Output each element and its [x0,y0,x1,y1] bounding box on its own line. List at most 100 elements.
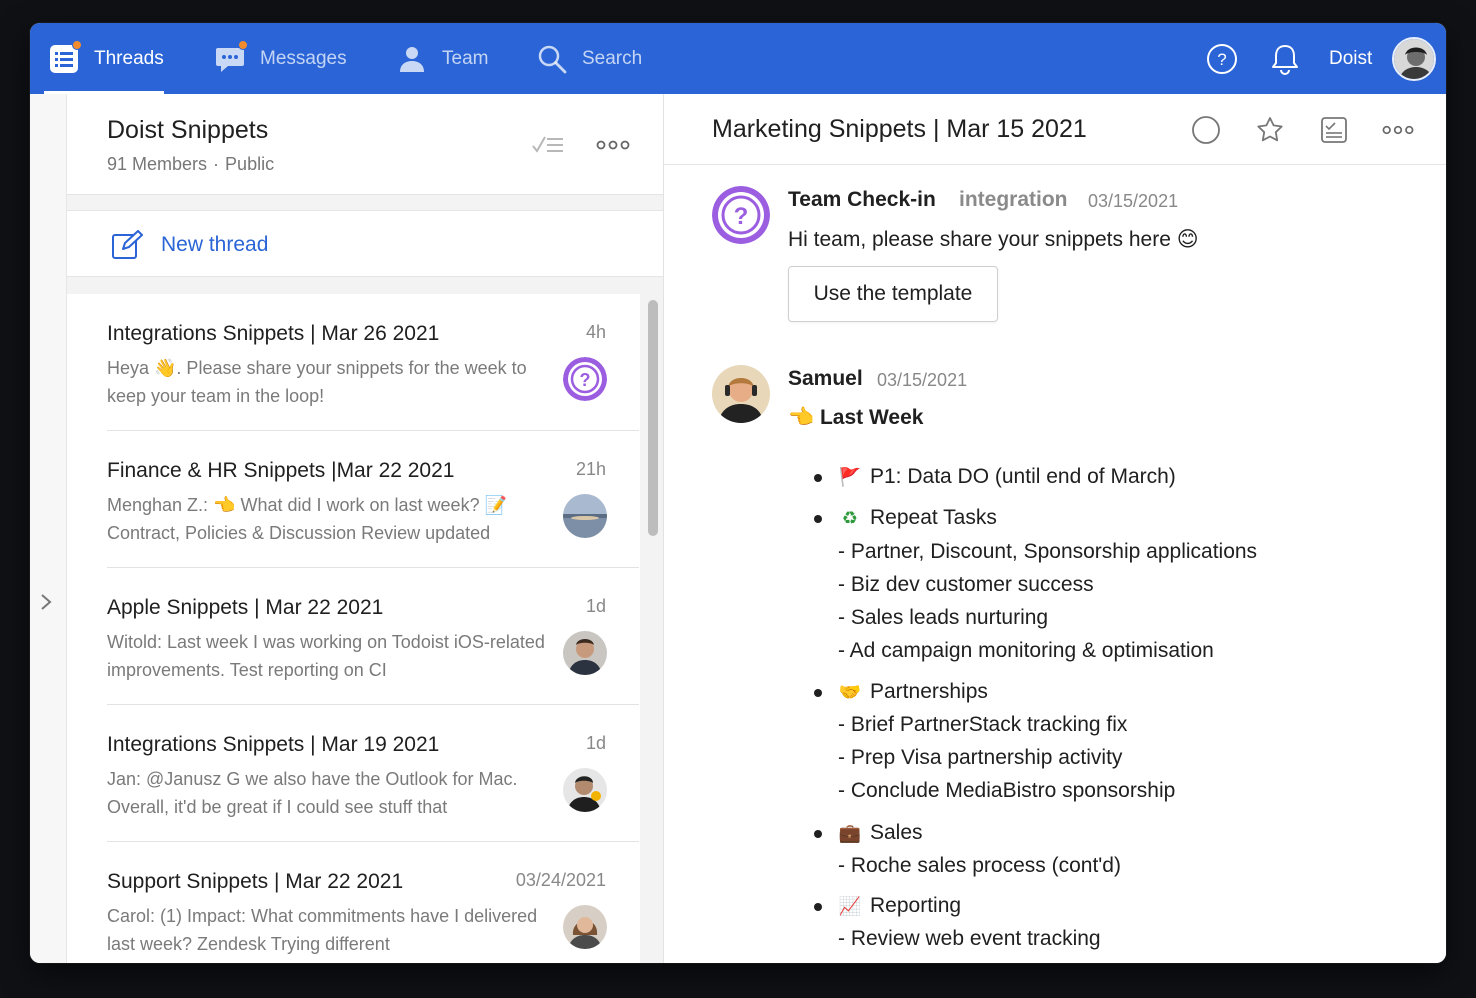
use-template-button[interactable]: Use the template [788,266,998,322]
more-options-icon[interactable] [1382,114,1414,146]
tab-search-label: Search [582,47,643,69]
snippet-section: 📈 Reporting [838,894,961,918]
person-avatar [563,768,607,812]
thread-item[interactable]: Apple Snippets | Mar 22 2021 1d Witold: … [107,568,639,705]
channel-meta: 91 Members · Public [107,154,275,174]
landscape-avatar [563,494,607,538]
message-heading: 👈 Last Week [788,406,924,429]
more-options-icon[interactable] [596,138,630,156]
samuel-avatar[interactable] [712,365,770,423]
thread-preview: Menghan Z.: 👈 What did I work on last we… [107,495,507,543]
question-bot-avatar[interactable]: ? [712,186,770,244]
bullet [814,474,822,482]
thread-time: 21h [575,459,606,479]
thread-item[interactable]: Integrations Snippets | Mar 19 2021 1d J… [107,705,639,842]
circle-check-icon[interactable] [1190,114,1222,146]
svg-text:?: ? [580,370,591,390]
integration-tag: integration [959,188,1068,211]
thread-preview: Jan: @Janusz G we also have the Outlook … [107,769,518,817]
thread-preview: Heya 👋. Please share your snippets for t… [107,358,527,406]
star-icon[interactable] [1254,114,1286,146]
messages-icon [214,39,248,75]
channel-visibility: Public [225,154,275,174]
thread-title: Apple Snippets | Mar 22 2021 [107,596,384,619]
tab-team[interactable]: Team [396,23,488,94]
thread-item[interactable]: Finance & HR Snippets |Mar 22 2021 21h M… [107,431,639,568]
thread-item[interactable]: Integrations Snippets | Mar 26 2021 4h H… [107,294,639,431]
person-avatar [563,905,607,949]
mark-all-read-icon[interactable] [531,134,565,161]
tab-threads-label: Threads [94,47,164,69]
member-count[interactable]: 91 Members [107,154,207,174]
messages-unread-badge [238,39,248,50]
threads-icon [48,39,82,75]
tab-search[interactable]: Search [536,23,642,94]
team-icon [396,43,428,75]
user-avatar[interactable] [1392,37,1436,81]
thread-time: 4h [585,322,606,342]
svg-text:?: ? [1217,50,1226,69]
red-flag-icon: 🚩 [838,467,862,488]
briefcase-icon: 💼 [838,823,862,844]
todoist-task-icon[interactable] [1318,114,1350,146]
message-date: 03/15/2021 [877,370,968,390]
section-item: - Partner, Discount, Sponsorship applica… [838,540,1258,563]
workspace-name[interactable]: Doist [1329,23,1372,94]
section-item: - Review web event tracking [838,927,1101,950]
compose-icon [111,230,143,265]
section-item: - Ad campaign monitoring & optimisation [838,639,1214,662]
threads-unread-badge [72,39,82,50]
thread-time: 03/24/2021 [515,870,606,890]
section-item: - Brief PartnerStack tracking fix [838,713,1128,736]
top-nav: Threads Messages Team Search ? Doist [30,23,1446,94]
bullet [814,830,822,838]
thread-list: Integrations Snippets | Mar 26 2021 4h H… [67,294,640,963]
tab-messages[interactable]: Messages [214,23,347,94]
snippet-section: 🤝 Partnerships [838,680,988,704]
thread-title: Integrations Snippets | Mar 26 2021 [107,322,440,345]
message-author[interactable]: Samuel [788,367,863,391]
section-label: Repeat Tasks [870,506,997,529]
tab-team-label: Team [442,47,489,69]
section-label: Partnerships [870,680,988,703]
recycle-icon: ♻ [841,508,859,529]
tab-threads[interactable]: Threads [44,23,164,94]
conversation-title: Marketing Snippets | Mar 15 2021 [712,115,1087,143]
collapsed-sidebar [30,94,67,963]
section-item: - Prep Visa partnership activity [838,746,1123,769]
thread-title: Integrations Snippets | Mar 19 2021 [107,733,440,756]
thread-list-pane: Doist Snippets 91 Members · Public New thr… [67,94,664,963]
thread-preview: Witold: Last week I was working on Todoi… [107,632,545,680]
scrollbar-thumb[interactable] [648,300,658,536]
new-thread-label: New thread [161,233,269,256]
svg-text:?: ? [734,203,749,230]
question-bot-avatar: ? [563,357,607,401]
section-item: - Sales leads nurturing [838,606,1049,629]
conversation-pane: Marketing Snippets | Mar 15 2021 ? Team … [664,94,1446,963]
chevron-right-icon[interactable] [39,592,53,618]
thread-title: Finance & HR Snippets |Mar 22 2021 [107,459,455,482]
app-window: Threads Messages Team Search ? Doist Doi… [30,23,1446,963]
section-item: - Biz dev customer success [838,573,1094,596]
bell-icon[interactable] [1270,23,1300,94]
bullet [814,903,822,911]
person-avatar [563,631,607,675]
section-item: - Roche sales process (cont'd) [838,854,1121,877]
conversation-header: Marketing Snippets | Mar 15 2021 [664,94,1446,165]
section-label: Reporting [870,894,962,917]
thread-item[interactable]: Support Snippets | Mar 22 2021 03/24/202… [107,842,639,963]
message-date: 03/15/2021 [1088,191,1179,211]
thread-title: Support Snippets | Mar 22 2021 [107,870,404,893]
bullet [814,689,822,697]
bullet [814,515,822,523]
handshake-icon: 🤝 [838,682,862,703]
new-thread-button[interactable]: New thread [67,210,663,277]
channel-header: Doist Snippets 91 Members · Public [67,94,663,195]
thread-preview: Carol: (1) Impact: What commitments have… [107,906,538,954]
thread-time: 1d [585,733,606,753]
message-text: Hi team, please share your snippets here… [788,228,1199,251]
snippet-section: ♻ Repeat Tasks [838,506,997,530]
help-icon[interactable]: ? [1206,23,1238,94]
section-item: - Conclude MediaBistro sponsorship [838,779,1176,802]
message-author[interactable]: Team Check-in [788,188,936,212]
